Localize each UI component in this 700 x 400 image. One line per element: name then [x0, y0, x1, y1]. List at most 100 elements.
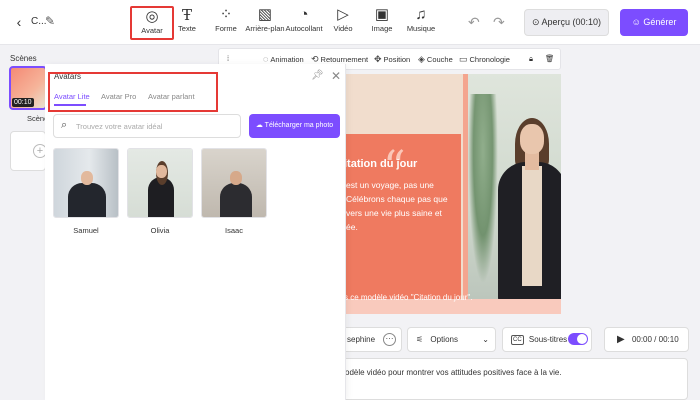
- move-icon: ✥: [374, 54, 382, 64]
- video-caption: s ce modèle vidéo "Citation du jour".: [344, 293, 473, 302]
- redo-icon[interactable]: ↷: [493, 14, 505, 31]
- tool-sticker-label: Autocollant: [285, 24, 323, 33]
- upload-cloud-icon: ☁: [255, 122, 263, 129]
- tool-image-label: Image: [371, 24, 393, 33]
- presenter-shirt: [522, 166, 542, 286]
- layers-icon: ◈: [418, 54, 425, 64]
- plant-image: [468, 94, 498, 284]
- script-editor[interactable]: odèle vidéo pour montrer vos attitudes p…: [300, 358, 688, 400]
- scene-duration: 00:10: [12, 98, 34, 107]
- avatar-body: [220, 183, 252, 217]
- play-icon[interactable]: ▶: [617, 334, 625, 345]
- voice-name: sephine: [347, 335, 376, 344]
- preview-label: Aperçu (00:10): [541, 17, 602, 27]
- animation-button[interactable]: ◌ Animation: [263, 54, 304, 64]
- image-icon: ▣: [374, 6, 390, 23]
- tool-sticker[interactable]: ◔ Autocollant: [282, 6, 326, 40]
- timeline-button[interactable]: ▭ Chronologie: [459, 54, 510, 65]
- subtitles-toggle[interactable]: [568, 333, 588, 345]
- pencil-icon[interactable]: ✎: [45, 14, 55, 28]
- play-circle-icon: ⊙: [531, 17, 540, 27]
- avatar-card-olivia[interactable]: [127, 148, 193, 218]
- text-icon: Ŧ: [181, 6, 192, 24]
- quote-line: Célébrons chaque pas que: [346, 194, 448, 204]
- avatar-name: Olivia: [150, 226, 170, 235]
- avatar-search[interactable]: ⌕: [53, 114, 241, 138]
- options-dropdown[interactable]: ⚟ Options ⌄: [407, 327, 496, 352]
- upload-label: Télécharger ma photo: [264, 122, 334, 129]
- quote-line: vers une vie plus saine et: [346, 208, 442, 218]
- animation-icon: ◌: [263, 54, 269, 64]
- search-icon: ⌕: [61, 119, 68, 131]
- tool-text[interactable]: Ŧ Texte: [165, 6, 209, 40]
- tab-avatar-lite[interactable]: Avatar Lite: [54, 92, 90, 101]
- avatar-face: [156, 165, 167, 178]
- back-arrow-icon[interactable]: ‹: [12, 14, 26, 30]
- avatar-card-isaac[interactable]: [201, 148, 267, 218]
- video-canvas[interactable]: “ itation du jour est un voyage, pas une…: [318, 74, 561, 314]
- generate-button[interactable]: ☺ Générer: [620, 9, 688, 36]
- position-button[interactable]: ✥ Position: [374, 54, 410, 65]
- flip-label: Retournement: [320, 55, 369, 64]
- tool-video[interactable]: ▷ Vidéo: [321, 6, 365, 40]
- presenter-face: [520, 124, 544, 154]
- scenes-title: Scènes: [10, 54, 37, 63]
- flip-icon: ⟲: [311, 54, 319, 64]
- undo-icon[interactable]: ↶: [468, 14, 480, 31]
- quote-title: itation du jour: [344, 158, 418, 170]
- pin-icon[interactable]: 📌︎: [311, 70, 324, 81]
- tool-video-label: Vidéo: [333, 24, 353, 33]
- avatar-face: [81, 171, 93, 185]
- preview-button[interactable]: ⊙ Aperçu (00:10): [524, 9, 609, 36]
- chevron-down-icon: ⌄: [482, 335, 489, 344]
- search-input[interactable]: [76, 119, 236, 134]
- scene-thumbnail[interactable]: 00:10: [9, 66, 47, 110]
- avatar-name: Isaac: [225, 226, 243, 235]
- tool-text-label: Texte: [178, 24, 196, 33]
- tool-music-label: Musique: [406, 24, 436, 33]
- avatar-card-samuel[interactable]: [53, 148, 119, 218]
- top-toolbar: ‹ C... ✎ ◎ Avatar Ŧ Texte ⁘ Forme ▧ Arri…: [0, 0, 700, 45]
- generate-label: Générer: [643, 17, 677, 27]
- playback-control[interactable]: ▶ 00:00 / 00:10: [604, 327, 689, 352]
- tab-avatar-pro[interactable]: Avatar Pro: [101, 92, 136, 101]
- tab-talking-avatar[interactable]: Avatar parlant: [148, 92, 195, 101]
- sparkle-icon: ☺: [631, 17, 641, 27]
- more-icon[interactable]: ···: [383, 333, 396, 346]
- music-icon: ♫: [415, 6, 427, 23]
- drag-handle-icon[interactable]: ⁞: [227, 54, 229, 63]
- video-icon: ▷: [337, 6, 349, 23]
- lock-icon[interactable]: 🔒︎: [529, 54, 533, 64]
- background-icon: ▧: [257, 6, 273, 23]
- sliders-icon: ⚟: [416, 335, 424, 344]
- avatar-panel: Avatars 📌︎ ✕ Avatar Lite Avatar Pro Avat…: [45, 64, 346, 400]
- cc-icon: CC: [511, 334, 524, 345]
- tool-background[interactable]: ▧ Arrière-plan: [243, 6, 287, 40]
- tool-shapes-label: Forme: [215, 24, 237, 33]
- close-icon[interactable]: ✕: [331, 69, 341, 83]
- animation-label: Animation: [270, 55, 304, 64]
- subtitles-label: Sous-titres: [528, 335, 568, 344]
- playback-time: 00:00 / 00:10: [631, 335, 679, 344]
- tool-background-label: Arrière-plan: [245, 24, 285, 33]
- tool-music[interactable]: ♫ Musique: [399, 6, 443, 40]
- add-scene-button[interactable]: +: [10, 131, 47, 171]
- avatar-body: [68, 183, 106, 217]
- sticker-icon: ◔: [299, 6, 309, 23]
- tool-image[interactable]: ▣ Image: [360, 6, 404, 40]
- shapes-icon: ⁘: [219, 6, 233, 23]
- trash-icon[interactable]: 🗑︎: [545, 54, 555, 63]
- active-tab-indicator: [54, 104, 86, 106]
- quote-line: ée.: [346, 222, 358, 232]
- avatar-name: Samuel: [73, 226, 99, 235]
- script-text: odèle vidéo pour montrer vos attitudes p…: [345, 368, 562, 377]
- timeline-label: Chronologie: [469, 55, 510, 64]
- upload-photo-button[interactable]: ☁ Télécharger ma photo: [249, 114, 340, 138]
- layer-label: Couche: [426, 55, 453, 64]
- layer-button[interactable]: ◈ Couche: [418, 54, 453, 65]
- timeline-icon: ▭: [459, 54, 468, 64]
- tool-shapes[interactable]: ⁘ Forme: [204, 6, 248, 40]
- quote-line: est un voyage, pas une: [346, 180, 434, 190]
- avatar-face: [230, 171, 242, 185]
- options-label: Options: [430, 335, 458, 344]
